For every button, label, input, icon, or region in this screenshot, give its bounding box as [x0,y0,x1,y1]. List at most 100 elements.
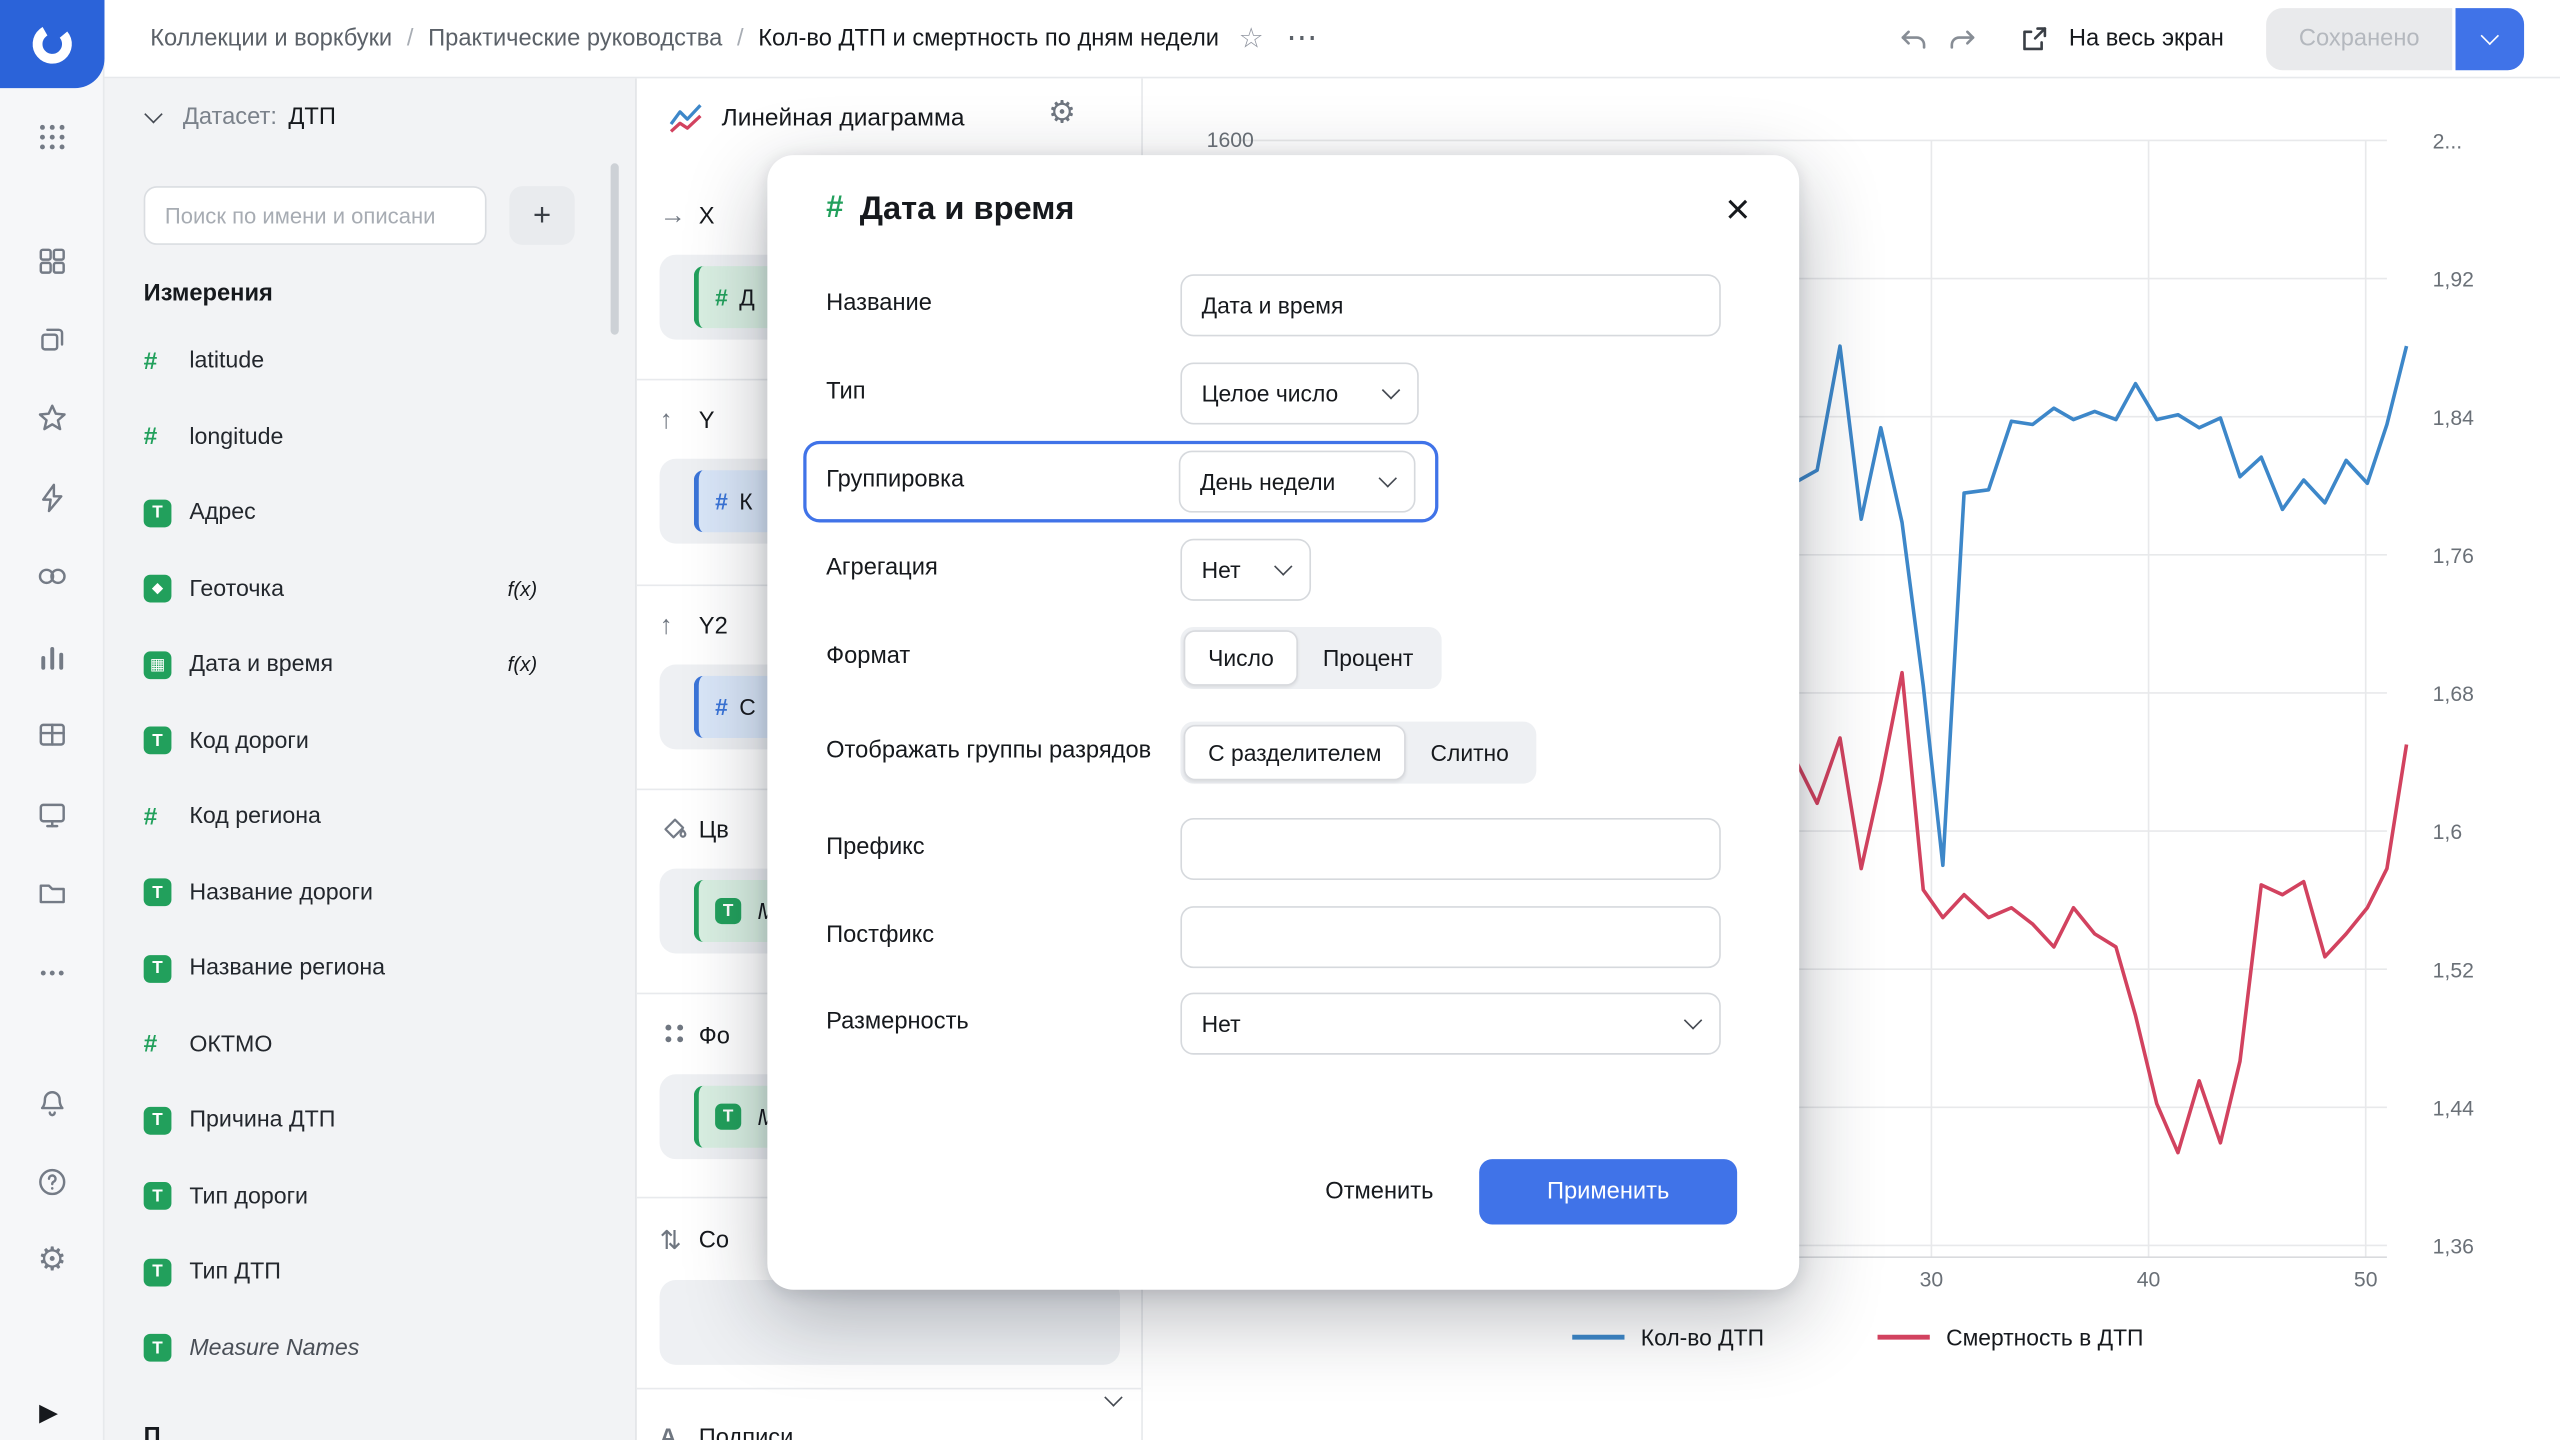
favorite-star-icon[interactable]: ☆ [1239,22,1264,55]
nav-monitoring[interactable] [0,779,104,851]
field-item-datetime[interactable]: ▦ Дата и время f(x) [104,627,635,703]
field-item-road-name[interactable]: T Название дороги [104,855,635,931]
help-icon [36,1166,69,1199]
svg-text:50: 50 [2354,1269,2378,1292]
text-field-icon: T [715,898,741,924]
dimensions-section-title: Измерения [144,281,273,307]
field-item-accident-cause[interactable]: T Причина ДТП [104,1082,635,1158]
svg-text:1,84: 1,84 [2433,407,2474,430]
field-item-road-type[interactable]: T Тип дороги [104,1158,635,1234]
svg-text:1,36: 1,36 [2433,1236,2474,1259]
section-colors-header: Цв [660,807,729,856]
nav-files[interactable] [0,857,104,929]
svg-text:40: 40 [2137,1269,2161,1292]
postfix-label: Постфикс [826,920,1180,954]
nav-more[interactable] [0,937,104,1009]
number-field-icon: # [826,191,843,227]
breadcrumb-collections[interactable]: Коллекции и воркбуки [150,25,392,51]
play-icon: ▶ [39,1399,58,1427]
field-item-region-name[interactable]: T Название региона [104,931,635,1007]
section-y-header: ↑ Y [660,397,715,446]
format-option-percent[interactable]: Процент [1298,630,1437,686]
format-option-number[interactable]: Число [1184,630,1299,686]
digit-groups-option-separator[interactable]: С разделителем [1184,725,1406,781]
nav-favorites[interactable] [0,382,104,454]
arrow-right-icon: → [660,202,699,231]
dimension-select[interactable]: Нет [1180,993,1720,1055]
notifications-button[interactable] [0,1068,104,1140]
nav-tables[interactable] [0,699,104,771]
type-select[interactable]: Целое число [1180,362,1418,424]
save-dropdown-button[interactable] [2456,7,2525,69]
nav-connections[interactable] [0,462,104,534]
undo-button[interactable] [1889,14,1938,63]
chart-type-label[interactable]: Линейная диаграмма [722,104,965,132]
undo-icon [1897,22,1930,55]
add-field-button[interactable]: + [509,186,574,245]
prefix-input[interactable] [1180,818,1720,880]
dimensions-list: # latitude # longitude T Адрес ◆ Геоточк… [104,323,635,1386]
help-button[interactable] [0,1146,104,1218]
field-item-oktmo[interactable]: # ОКТМО [104,1007,635,1083]
aggregation-select[interactable]: Нет [1180,539,1311,601]
datalens-logo[interactable] [0,0,104,88]
field-item-longitude[interactable]: # longitude [104,399,635,475]
field-search-input[interactable] [144,186,487,245]
legend-item-dtp-count[interactable]: Кол-во ДТП [1572,1324,1764,1350]
chart-settings-button[interactable]: ⚙ [1048,95,1076,133]
section-labels-header: A Подписи [660,1414,794,1440]
redo-button[interactable] [1938,14,1987,63]
close-icon[interactable]: × [1725,188,1750,230]
text-field-icon: T [144,1182,172,1210]
nav-datasets[interactable] [0,540,104,612]
fullscreen-label[interactable]: На весь экран [2069,25,2224,51]
arrow-up-icon: ↑ [660,612,699,641]
nav-charts[interactable] [0,620,104,692]
field-item-accident-type[interactable]: T Тип ДТП [104,1234,635,1310]
fullscreen-icon [2018,22,2051,55]
legend-item-dtp-mortality[interactable]: Смертность в ДТП [1878,1324,2144,1350]
saved-button[interactable]: Сохранено [2266,7,2452,69]
line-chart-type-icon[interactable] [666,98,705,137]
calendar-field-icon: ▦ [144,651,172,679]
more-actions-icon[interactable]: ⋯ [1286,20,1317,58]
name-input[interactable] [1180,274,1720,336]
chevron-down-icon [1274,557,1292,575]
number-field-icon: # [715,694,728,720]
field-item-latitude[interactable]: # latitude [104,323,635,399]
arrow-up-icon: ↑ [660,407,699,436]
dataset-label: Датасет: [183,104,277,130]
dataset-selector[interactable]: Датасет: ДТП [104,78,635,156]
nav-apps-grid[interactable] [0,101,104,173]
digit-groups-option-merged[interactable]: Слитно [1406,725,1533,781]
breadcrumb-guides[interactable]: Практические руководства [428,25,722,51]
format-toggle: Число Процент [1180,627,1441,689]
dataset-panel: Датасет: ДТП + Измерения # latitude # lo… [104,78,636,1440]
geopoint-field-icon: ◆ [144,575,172,603]
scroll-down-hint-icon[interactable] [1104,1388,1122,1406]
nav-dashboards[interactable] [0,225,104,297]
field-item-geopoint[interactable]: ◆ Геоточка f(x) [104,551,635,627]
formula-badge: f(x) [508,653,537,676]
grouping-select[interactable]: День недели [1179,451,1416,513]
dialog-title: Дата и время [860,190,1075,228]
type-label: Тип [826,376,1180,410]
fullscreen-button[interactable] [2010,14,2059,63]
apply-button[interactable]: Применить [1479,1159,1737,1224]
settings-button[interactable]: ⚙ [0,1224,104,1296]
chevron-down-icon [1382,381,1400,399]
collapse-rail-button[interactable]: ▶ [39,1398,58,1427]
monitor-icon [36,798,69,831]
field-item-region-code[interactable]: # Код региона [104,779,635,855]
nav-collections[interactable] [0,304,104,376]
series-line2 [1788,673,2407,1153]
scrollbar-thumb[interactable] [611,163,619,334]
svg-text:1,68: 1,68 [2433,683,2474,706]
cancel-button[interactable]: Отменить [1325,1179,1433,1205]
field-item-address[interactable]: T Адрес [104,475,635,551]
digit-groups-label: Отображать группы разрядов [826,735,1180,769]
field-item-measure-names[interactable]: T Measure Names [104,1310,635,1386]
field-item-road-code[interactable]: T Код дороги [104,703,635,779]
postfix-input[interactable] [1180,906,1720,968]
formula-badge: f(x) [508,578,537,601]
